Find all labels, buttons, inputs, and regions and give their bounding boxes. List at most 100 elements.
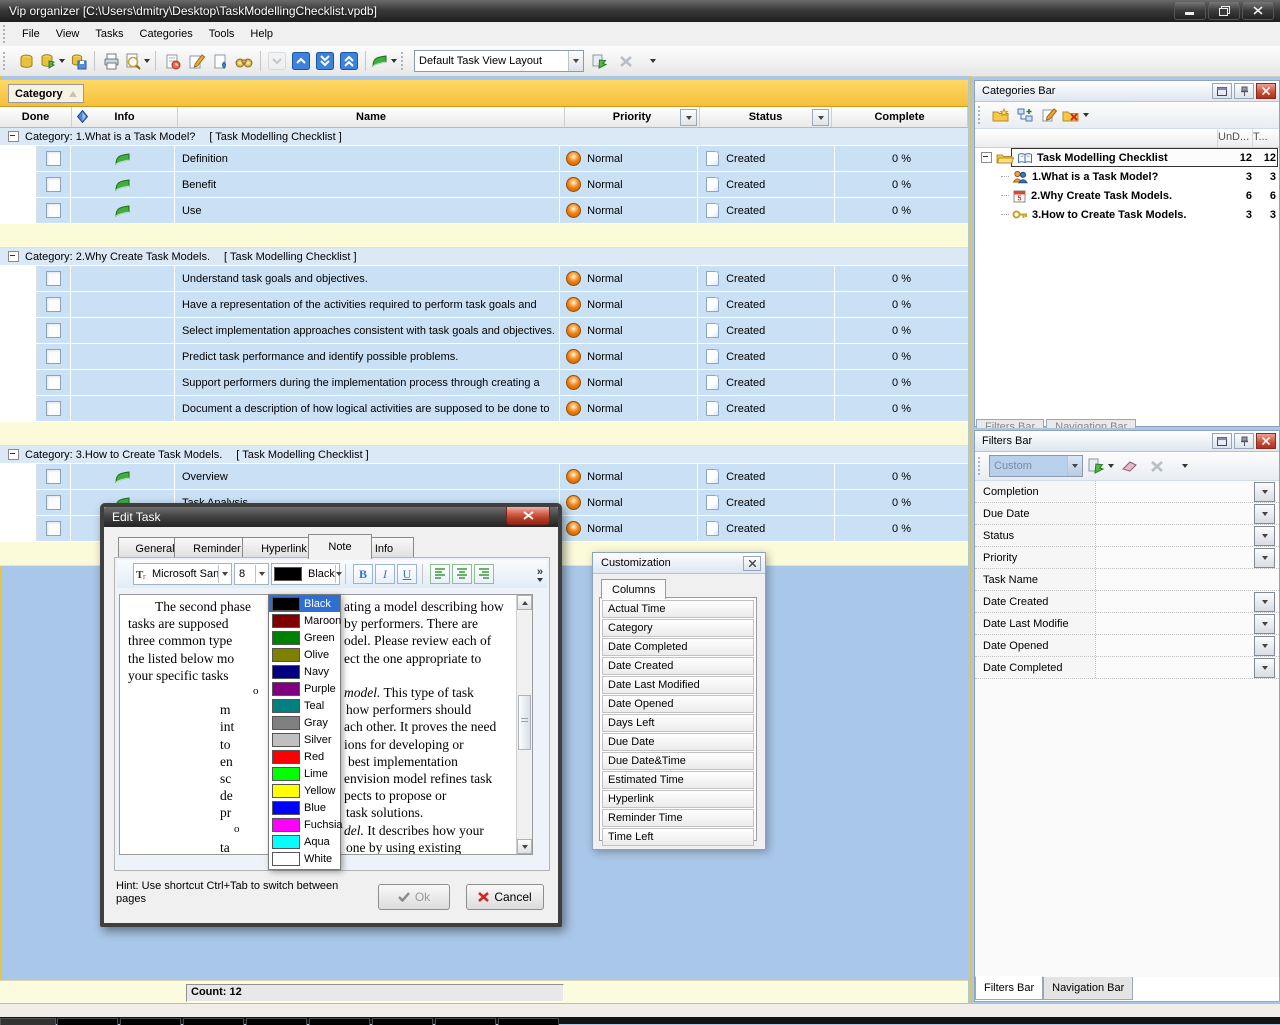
toolbar-button-notes[interactable] xyxy=(371,50,397,72)
color-option-aqua[interactable]: Aqua xyxy=(269,833,340,850)
color-option-white[interactable]: White xyxy=(269,850,340,867)
filters-overflow-button[interactable] xyxy=(1172,455,1194,477)
edit-task-close-button[interactable] xyxy=(506,507,550,525)
filter-dropdown-button[interactable] xyxy=(1254,658,1275,678)
task-row[interactable]: Document a description of how logical ac… xyxy=(0,396,968,422)
toolbar-button-new-category[interactable] xyxy=(990,104,1012,126)
color-option-black[interactable]: Black xyxy=(269,595,340,612)
color-option-blue[interactable]: Blue xyxy=(269,799,340,816)
toolbar-button-clear-filter[interactable] xyxy=(1119,455,1141,477)
toolbar-button-find[interactable] xyxy=(233,50,255,72)
category-tree-item[interactable]: Task Modelling Checklist1212 xyxy=(975,148,1279,167)
notes-icon[interactable] xyxy=(114,177,131,193)
collapse-group-icon[interactable] xyxy=(8,449,19,460)
bottom-tab-navigation-bar[interactable]: Navigation Bar xyxy=(1043,977,1133,1000)
done-checkbox[interactable] xyxy=(46,177,61,192)
customization-close-button[interactable] xyxy=(743,556,761,571)
bold-button[interactable]: B xyxy=(353,564,373,584)
done-checkbox[interactable] xyxy=(46,495,61,510)
scroll-up-button[interactable] xyxy=(517,595,532,610)
filter-value-field[interactable] xyxy=(1095,657,1279,678)
task-row[interactable]: UseNormalCreated0 % xyxy=(0,198,968,224)
task-row[interactable]: Select implementation approaches consist… xyxy=(0,318,968,344)
note-scrollbar[interactable] xyxy=(516,595,532,854)
column-chip[interactable]: Reminder Time xyxy=(602,809,754,827)
menu-item-file[interactable]: File xyxy=(14,25,48,43)
menu-item-tools[interactable]: Tools xyxy=(201,25,243,43)
column-chip[interactable]: Due Date&Time xyxy=(602,752,754,770)
toolbar-button-move-down[interactable] xyxy=(266,50,288,72)
toolbar-button-edit-category[interactable] xyxy=(1038,104,1060,126)
task-row[interactable]: Support performers during the implementa… xyxy=(0,370,968,396)
done-checkbox[interactable] xyxy=(46,349,61,364)
toolbar-button-apply-layout[interactable] xyxy=(588,50,610,72)
layout-combo-dropdown-button[interactable] xyxy=(568,51,583,71)
toolbar-button-move-to-top[interactable] xyxy=(338,50,360,72)
filter-dropdown-button[interactable] xyxy=(1254,504,1275,524)
filter-value-field[interactable] xyxy=(1095,481,1279,502)
toolbar-button-new-task[interactable] xyxy=(161,50,183,72)
color-option-yellow[interactable]: Yellow xyxy=(269,782,340,799)
color-option-silver[interactable]: Silver xyxy=(269,731,340,748)
task-group-row[interactable]: Category: 1.What is a Task Model?[ Task … xyxy=(0,128,968,146)
toolbar-button-print-preview[interactable] xyxy=(124,50,150,72)
task-row[interactable]: Understand task goals and objectives.Nor… xyxy=(0,266,968,292)
filters-close-button[interactable] xyxy=(1256,433,1276,449)
toolbar-button-move-up[interactable] xyxy=(290,50,312,72)
align-left-button[interactable] xyxy=(430,564,450,584)
column-chip[interactable]: Date Completed xyxy=(602,638,754,656)
filter-dropdown-button[interactable] xyxy=(1254,592,1275,612)
categories-close-button[interactable] xyxy=(1256,83,1276,99)
toolbar-button-edit-task[interactable] xyxy=(185,50,207,72)
toolbar-button-open-database[interactable] xyxy=(39,50,65,72)
collapse-group-icon[interactable] xyxy=(8,251,19,262)
done-checkbox[interactable] xyxy=(46,271,61,286)
done-checkbox[interactable] xyxy=(46,401,61,416)
close-button[interactable] xyxy=(1242,2,1274,20)
column-chip[interactable]: Actual Time xyxy=(602,600,754,618)
toolbar-button-print[interactable] xyxy=(100,50,122,72)
font-size-dropdown-button[interactable] xyxy=(255,565,268,583)
scroll-down-button[interactable] xyxy=(517,839,532,854)
menu-item-categories[interactable]: Categories xyxy=(132,25,201,43)
filter-preset-combo[interactable]: Custom xyxy=(989,455,1083,477)
filter-dropdown-button[interactable] xyxy=(1254,614,1275,634)
column-chip[interactable]: Date Last Modified xyxy=(602,676,754,694)
cancel-button[interactable]: Cancel xyxy=(466,884,544,910)
align-right-button[interactable] xyxy=(474,564,494,584)
font-color-combo[interactable]: Black xyxy=(271,563,340,585)
task-group-row[interactable]: Category: 2.Why Create Task Models.[ Tas… xyxy=(0,248,968,266)
windows-taskbar[interactable] xyxy=(0,1017,1280,1024)
column-chip[interactable]: Due Date xyxy=(602,733,754,751)
task-group-row[interactable]: Category: 3.How to Create Task Models.[ … xyxy=(0,446,968,464)
toolbar-button-delete-layout[interactable] xyxy=(615,50,637,72)
color-option-gray[interactable]: Gray xyxy=(269,714,340,731)
italic-button[interactable]: I xyxy=(375,564,395,584)
layout-combo[interactable]: Default Task View Layout xyxy=(414,50,584,72)
column-header-undone[interactable]: UnD... xyxy=(1217,129,1252,147)
task-row[interactable]: Have a representation of the activities … xyxy=(0,292,968,318)
category-tree-item[interactable]: 1.What is a Task Model?33 xyxy=(975,167,1279,186)
toolbar-button-save-database[interactable] xyxy=(67,50,89,72)
column-header-info[interactable]: Info xyxy=(72,107,178,127)
task-row[interactable]: BenefitNormalCreated0 % xyxy=(0,172,968,198)
filter-value-field[interactable] xyxy=(1095,591,1279,612)
notes-icon[interactable] xyxy=(114,151,131,167)
category-tree-item[interactable]: 52.Why Create Task Models.66 xyxy=(975,186,1279,205)
color-option-navy[interactable]: Navy xyxy=(269,663,340,680)
column-filter-button[interactable] xyxy=(812,109,829,126)
font-name-combo[interactable]: TrMicrosoft Sans xyxy=(133,563,232,585)
filter-dropdown-button[interactable] xyxy=(1254,482,1275,502)
color-option-purple[interactable]: Purple xyxy=(269,680,340,697)
group-by-chip[interactable]: Category xyxy=(8,84,84,103)
minimize-button[interactable] xyxy=(1174,2,1206,20)
column-header-name[interactable]: Name xyxy=(178,107,565,127)
done-checkbox[interactable] xyxy=(46,203,61,218)
filter-dropdown-button[interactable] xyxy=(1254,548,1275,568)
color-option-lime[interactable]: Lime xyxy=(269,765,340,782)
done-checkbox[interactable] xyxy=(46,297,61,312)
column-header-status[interactable]: Status xyxy=(700,107,832,127)
done-checkbox[interactable] xyxy=(46,323,61,338)
tab-columns[interactable]: Columns xyxy=(601,579,666,599)
toolbar-button-delete-category[interactable] xyxy=(1062,104,1089,126)
